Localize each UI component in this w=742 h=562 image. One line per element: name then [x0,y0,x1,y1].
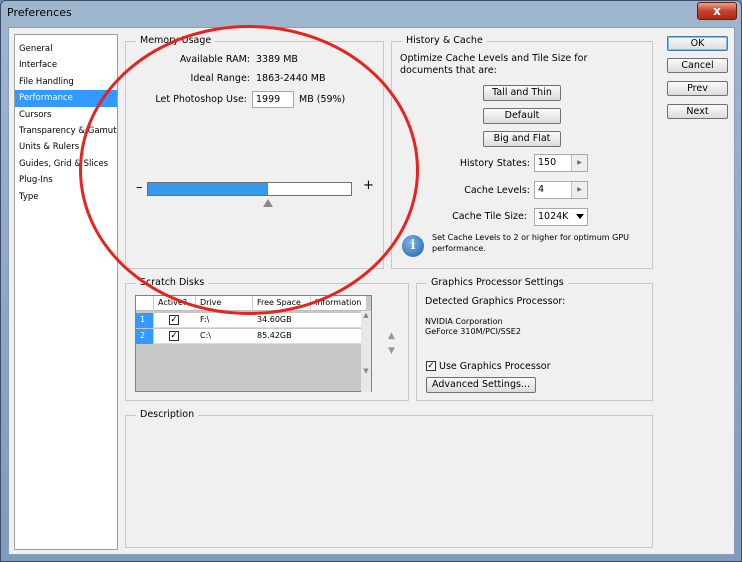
default-button[interactable]: Default [483,108,561,124]
header-active[interactable]: Active? [154,296,196,311]
table-header-row: Active? Drive Free Space Information [136,296,366,311]
available-ram-label: Available RAM: [179,54,250,65]
history-cache-group: History & Cache Optimize Cache Levels an… [391,35,653,269]
memory-usage-group: Memory Usage Available RAM: 3389 MB Idea… [125,35,384,269]
available-ram-value: 3389 MB [256,54,298,65]
dialog-client-area: General Interface File Handling Performa… [8,25,735,555]
row-number: 2 [136,329,154,344]
memory-slider[interactable] [147,182,352,196]
gpu-vendor: NVIDIA Corporation [425,317,503,326]
memory-slider-fill [148,183,268,195]
close-button[interactable]: x [697,2,737,20]
cache-levels-spinner[interactable]: ▶ [571,182,587,198]
memory-decrease-button[interactable]: – [136,180,143,195]
nav-item-interface[interactable]: Interface [15,57,117,73]
active-checkbox[interactable]: ✓ [169,315,179,325]
cache-levels-value: 4 [538,184,545,195]
ideal-range-value: 1863-2440 MB [256,73,326,84]
tall-and-thin-button[interactable]: Tall and Thin [483,85,561,101]
nav-item-general[interactable]: General [15,41,117,57]
title-bar: Preferences x [1,1,741,25]
cache-tile-size-select[interactable]: 1024K [534,208,588,226]
header-num [136,296,154,311]
big-and-flat-button[interactable]: Big and Flat [483,131,561,147]
category-list: General Interface File Handling Performa… [14,34,118,550]
nav-item-file-handling[interactable]: File Handling [15,74,117,90]
row-information [311,313,366,328]
history-states-input[interactable]: 150 ▶ [534,154,588,172]
nav-item-guides[interactable]: Guides, Grid & Slices [15,156,117,172]
cache-optimize-description: Optimize Cache Levels and Tile Size for … [400,53,588,76]
nav-item-units[interactable]: Units & Rulers [15,139,117,155]
header-free-space[interactable]: Free Space [253,296,311,311]
advanced-settings-button[interactable]: Advanced Settings... [426,377,536,393]
cache-tile-size-label: Cache Tile Size: [452,211,527,222]
memory-amount-input[interactable]: 1999 [252,91,294,108]
memory-increase-button[interactable]: + [363,178,374,193]
use-gpu-label: Use Graphics Processor [439,361,551,372]
gpu-settings-title: Graphics Processor Settings [427,277,568,288]
cancel-button[interactable]: Cancel [667,58,728,73]
row-drive: F:\ [200,315,210,324]
description-group: Description [125,409,653,548]
info-icon: i [402,235,424,257]
ok-button[interactable]: OK [667,36,728,51]
ideal-range-label: Ideal Range: [190,73,250,84]
memory-usage-title: Memory Usage [136,35,216,46]
detected-gpu-label: Detected Graphics Processor: [425,296,566,307]
scratch-disks-title: Scratch Disks [136,277,209,288]
use-gpu-checkbox[interactable]: ✓ [426,361,436,371]
row-information [311,329,366,344]
table-row[interactable]: 2 ✓ C:\ 85.42GB [136,329,366,344]
nav-item-cursors[interactable]: Cursors [15,107,117,123]
header-drive[interactable]: Drive [196,296,253,311]
history-states-value: 150 [538,157,557,168]
scratch-disks-group: Scratch Disks Active? Drive Free Space I… [125,277,409,401]
active-checkbox[interactable]: ✓ [169,331,179,341]
cache-levels-input[interactable]: 4 ▶ [534,181,588,199]
nav-item-type[interactable]: Type [15,189,117,205]
row-free-space: 85.42GB [257,331,292,340]
next-button[interactable]: Next [667,104,728,119]
history-states-spinner[interactable]: ▶ [571,155,587,171]
scratch-disk-table: Active? Drive Free Space Information 1 ✓… [135,295,372,392]
nav-item-plugins[interactable]: Plug-Ins [15,172,117,188]
gpu-cache-info-text: Set Cache Levels to 2 or higher for opti… [432,233,630,253]
header-information[interactable]: Information [311,296,366,311]
prev-button[interactable]: Prev [667,81,728,96]
cache-levels-label: Cache Levels: [464,185,530,196]
row-drive: C:\ [200,331,211,340]
cache-tile-size-value: 1024K [538,211,569,222]
chevron-down-icon [576,214,584,219]
memory-percent-label: MB (59%) [299,94,346,105]
window-title: Preferences [7,6,72,19]
table-row[interactable]: 1 ✓ F:\ 34.60GB [136,313,366,328]
gpu-settings-group: Graphics Processor Settings Detected Gra… [416,277,653,401]
row-free-space: 34.60GB [257,315,292,324]
memory-slider-thumb[interactable] [262,199,273,207]
history-cache-title: History & Cache [402,35,487,46]
row-number: 1 [136,313,154,328]
move-up-icon[interactable]: ▲ [388,331,395,341]
nav-item-performance[interactable]: Performance [15,90,117,107]
history-states-label: History States: [459,158,530,169]
description-title: Description [136,409,199,420]
move-down-icon[interactable]: ▼ [388,346,395,356]
preferences-window: Preferences x General Interface File Han… [0,0,742,562]
gpu-model: GeForce 310M/PCI/SSE2 [425,327,521,336]
let-photoshop-use-label: Let Photoshop Use: [155,94,247,105]
table-scrollbar[interactable]: ▲ ▼ [361,311,371,392]
nav-item-transparency[interactable]: Transparency & Gamut [15,123,117,139]
